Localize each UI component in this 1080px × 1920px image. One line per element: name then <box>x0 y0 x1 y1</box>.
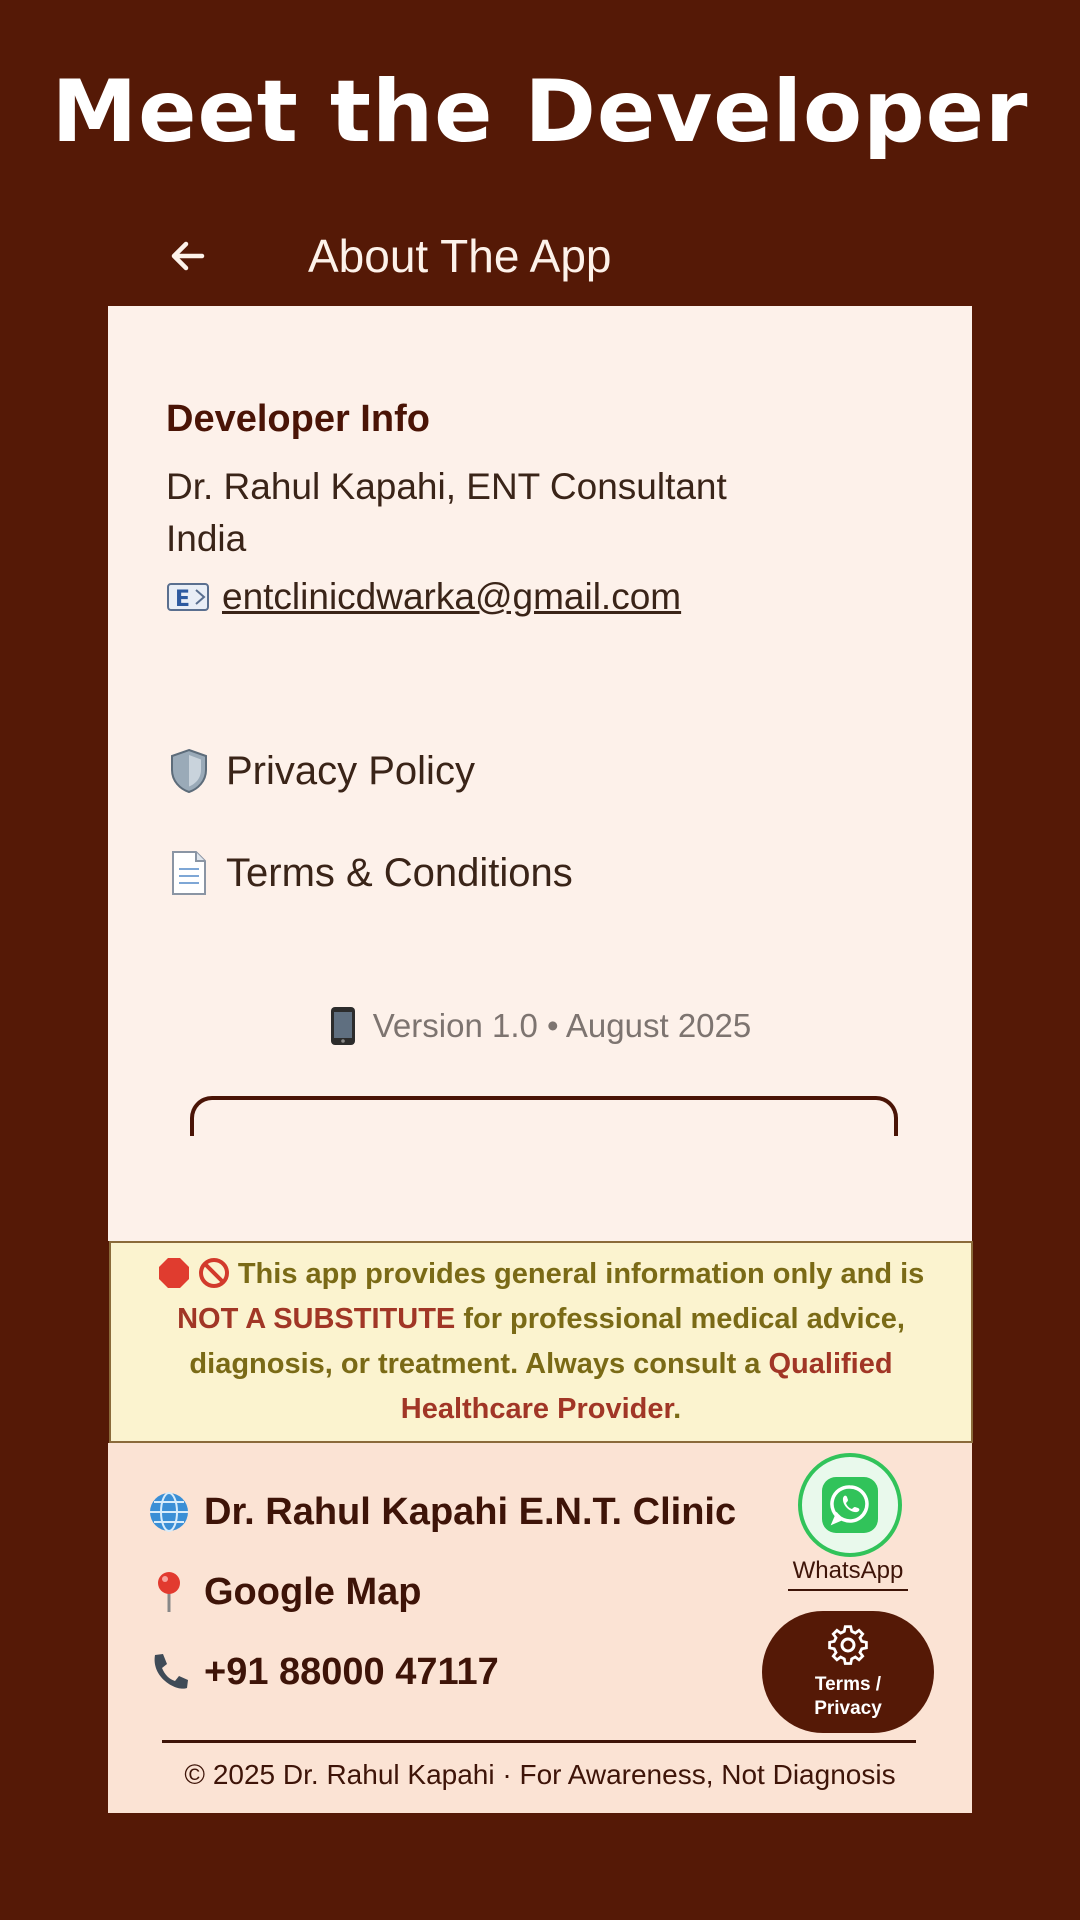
back-button[interactable] <box>148 216 228 296</box>
version-text: Version 1.0 • August 2025 <box>372 1007 752 1044</box>
card-outline <box>190 1096 898 1136</box>
medical-disclaimer: This app provides general information on… <box>109 1241 973 1443</box>
disclaimer-text: This app provides general information on… <box>111 1252 971 1432</box>
app-bar-title: About The App <box>308 230 612 282</box>
privacy-policy-link[interactable]: Privacy Policy <box>166 748 475 794</box>
shield-icon <box>166 748 212 794</box>
phone-number: +91 88000 47117 <box>204 1650 499 1693</box>
disclaimer-part3: . <box>673 1393 682 1425</box>
page-headline: Meet the Developer <box>51 62 1029 162</box>
telephone-icon <box>146 1649 192 1695</box>
terms-conditions-link[interactable]: Terms & Conditions <box>166 850 573 896</box>
email-address: entclinicdwarka@gmail.com <box>222 576 682 617</box>
map-pin-icon <box>146 1569 192 1615</box>
terms-privacy-button[interactable]: Terms / Privacy <box>762 1611 934 1733</box>
google-map-link[interactable]: Google Map <box>146 1569 421 1615</box>
developer-country: India <box>166 518 247 559</box>
disclaimer-part1: This app provides general information on… <box>237 1258 925 1290</box>
footer: Dr. Rahul Kapahi E.N.T. Clinic Google Ma… <box>108 1443 972 1813</box>
phone-link[interactable]: +91 88000 47117 <box>146 1649 499 1695</box>
whatsapp-button[interactable] <box>798 1453 902 1557</box>
email-link[interactable]: E entclinicdwarka@gmail.com <box>166 576 681 618</box>
email-icon: E <box>166 580 210 614</box>
about-panel: Developer Info Dr. Rahul Kapahi, ENT Con… <box>108 306 972 1241</box>
document-icon <box>166 850 212 896</box>
gear-icon <box>828 1625 868 1665</box>
terms-conditions-label: Terms & Conditions <box>226 850 573 895</box>
globe-icon <box>146 1489 192 1535</box>
disclaimer-emphasis-not-substitute: NOT A SUBSTITUTE <box>177 1303 456 1335</box>
developer-name: Dr. Rahul Kapahi, ENT Consultant <box>166 466 727 507</box>
version-info: Version 1.0 • August 2025 <box>108 1006 972 1046</box>
privacy-policy-label: Privacy Policy <box>226 748 475 793</box>
phone-icon <box>329 1006 359 1046</box>
stop-sign-icon <box>158 1258 189 1288</box>
footer-divider <box>162 1740 916 1743</box>
svg-text:E: E <box>175 587 190 612</box>
arrow-left-icon <box>171 241 205 271</box>
app-bar: About The App <box>108 206 972 306</box>
copyright-text: © 2025 Dr. Rahul Kapahi · For Awareness,… <box>184 1759 896 1790</box>
developer-info-heading: Developer Info <box>166 398 430 440</box>
terms-fab-line1: Terms / <box>814 1674 882 1695</box>
clinic-website-link[interactable]: Dr. Rahul Kapahi E.N.T. Clinic <box>146 1489 736 1535</box>
whatsapp-label: WhatsApp <box>788 1557 908 1591</box>
clinic-name: Dr. Rahul Kapahi E.N.T. Clinic <box>204 1490 737 1533</box>
google-map-label: Google Map <box>204 1570 422 1613</box>
prohibited-icon <box>198 1258 229 1288</box>
whatsapp-icon <box>822 1477 878 1533</box>
terms-fab-line2: Privacy <box>814 1698 882 1719</box>
